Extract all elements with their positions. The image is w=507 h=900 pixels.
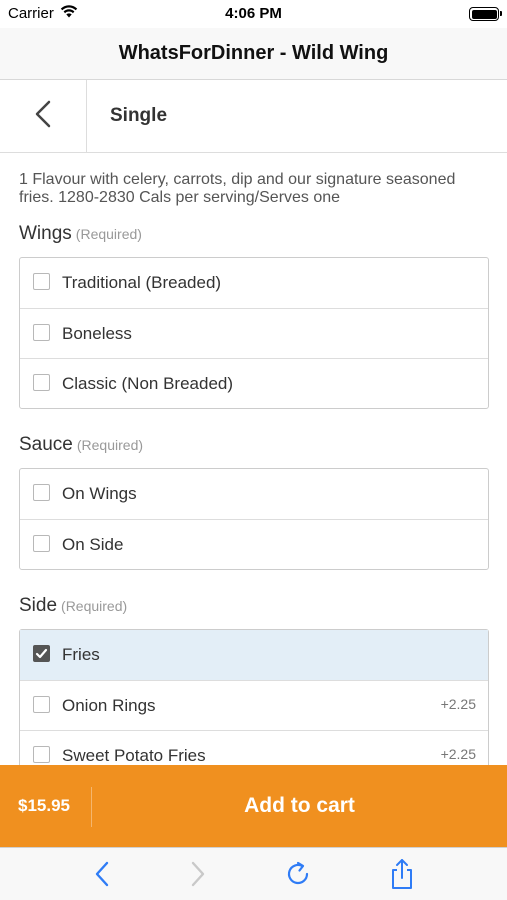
- option-label: Fries: [62, 645, 100, 664]
- sauce-required-label: (Required): [76, 437, 144, 453]
- checkbox-checked[interactable]: [33, 645, 50, 662]
- checkbox[interactable]: [33, 324, 50, 341]
- option-on-side[interactable]: On Side: [20, 519, 488, 569]
- option-classic-non-breaded[interactable]: Classic (Non Breaded): [20, 358, 488, 408]
- sauce-label: Sauce: [19, 434, 73, 455]
- side-label: Side: [19, 595, 58, 616]
- option-onion-rings[interactable]: Onion Rings +2.25: [20, 680, 488, 730]
- battery-icon: [469, 7, 502, 21]
- browser-toolbar: [0, 847, 507, 900]
- cart-total-price: $15.95: [18, 796, 70, 815]
- forward-arrow-icon[interactable]: [182, 857, 214, 891]
- wings-required-label: (Required): [75, 226, 142, 242]
- wings-group-label: Wings (Required): [19, 223, 142, 245]
- option-traditional-breaded[interactable]: Traditional (Breaded): [20, 258, 488, 308]
- checkmark-icon: [35, 648, 48, 659]
- add-to-cart-button[interactable]: Add to cart: [92, 765, 507, 847]
- window-title: WhatsForDinner - Wild Wing: [0, 28, 507, 80]
- share-icon[interactable]: [386, 857, 418, 891]
- item-description: 1 Flavour with celery, carrots, dip and …: [19, 171, 456, 206]
- chevron-left-icon: [34, 99, 52, 134]
- nav-header: Single: [0, 80, 507, 153]
- option-label: Onion Rings: [62, 696, 156, 715]
- side-required-label: (Required): [61, 598, 128, 614]
- option-price: +2.25: [440, 746, 476, 762]
- sauce-group-label: Sauce (Required): [19, 434, 143, 456]
- side-group-label: Side (Required): [19, 595, 127, 617]
- wings-option-list: Traditional (Breaded) Boneless Classic (…: [19, 257, 489, 409]
- sauce-option-list: On Wings On Side: [19, 468, 489, 570]
- page-title: Single: [110, 105, 168, 126]
- back-arrow-icon[interactable]: [86, 857, 118, 891]
- cart-bar: $15.95 Add to cart: [0, 765, 507, 847]
- option-label: Boneless: [62, 324, 132, 343]
- option-price: +2.25: [440, 696, 476, 712]
- option-label: Classic (Non Breaded): [62, 374, 234, 393]
- option-sweet-potato-fries[interactable]: Sweet Potato Fries +2.25: [20, 730, 488, 765]
- side-option-list: Fries Onion Rings +2.25 Sweet Potato Fri…: [19, 629, 489, 765]
- checkbox[interactable]: [33, 374, 50, 391]
- option-label: On Side: [62, 535, 124, 554]
- option-label: On Wings: [62, 484, 137, 503]
- checkbox[interactable]: [33, 535, 50, 552]
- menu-item-options: 1 Flavour with celery, carrots, dip and …: [0, 153, 507, 765]
- option-label: Sweet Potato Fries: [62, 746, 206, 765]
- status-time: 4:06 PM: [225, 5, 282, 22]
- option-fries[interactable]: Fries: [20, 630, 488, 680]
- back-button[interactable]: [0, 80, 87, 152]
- option-label: Traditional (Breaded): [62, 273, 222, 292]
- reload-icon[interactable]: [282, 857, 314, 891]
- checkbox[interactable]: [33, 484, 50, 501]
- checkbox[interactable]: [33, 696, 50, 713]
- option-on-wings[interactable]: On Wings: [20, 469, 488, 519]
- checkbox[interactable]: [33, 746, 50, 763]
- checkbox[interactable]: [33, 273, 50, 290]
- wings-label: Wings: [19, 223, 72, 244]
- status-bar: Carrier 4:06 PM: [0, 0, 507, 28]
- option-boneless[interactable]: Boneless: [20, 308, 488, 358]
